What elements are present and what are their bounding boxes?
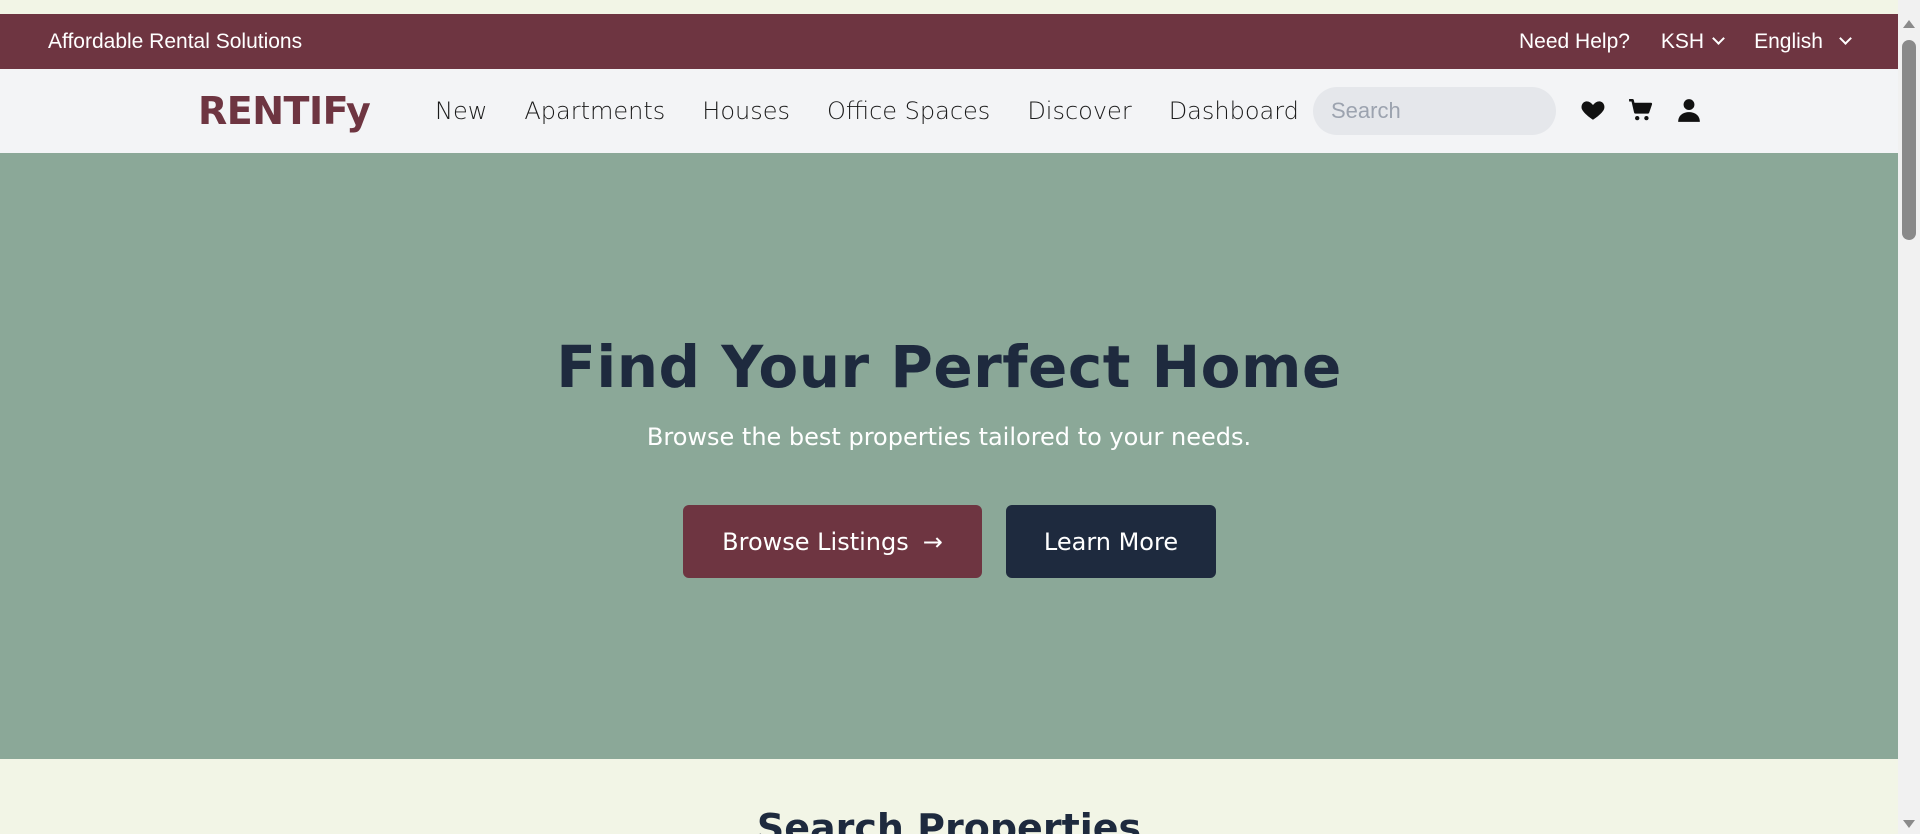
nav-link-houses[interactable]: Houses xyxy=(702,97,790,125)
hero-subtitle: Browse the best properties tailored to y… xyxy=(646,423,1252,451)
logo[interactable]: RENTIFy xyxy=(198,89,371,133)
top-bar-actions: Need Help? KSH English xyxy=(1519,29,1852,54)
chevron-down-icon xyxy=(1712,32,1725,45)
nav-link-dashboard[interactable]: Dashboard xyxy=(1169,97,1299,125)
scroll-down-icon[interactable] xyxy=(1903,820,1915,828)
section-title: Search Properties xyxy=(756,806,1142,834)
main-nav: RENTIFy New Apartments Houses Office Spa… xyxy=(0,69,1898,153)
browse-listings-button[interactable]: Browse Listings → xyxy=(683,505,982,578)
heart-icon[interactable] xyxy=(1580,97,1606,123)
nav-link-apartments[interactable]: Apartments xyxy=(524,97,665,125)
nav-link-new[interactable]: New xyxy=(435,97,487,125)
nav-link-discover[interactable]: Discover xyxy=(1027,97,1131,125)
tagline: Affordable Rental Solutions xyxy=(48,29,303,53)
top-strip xyxy=(0,0,1898,14)
currency-select[interactable]: KSH xyxy=(1660,29,1725,54)
language-label: English xyxy=(1754,29,1823,53)
scrollbar[interactable] xyxy=(1898,0,1920,834)
hero-section: Find Your Perfect Home Browse the best p… xyxy=(0,153,1898,759)
chevron-down-icon xyxy=(1839,32,1852,45)
browse-listings-label: Browse Listings xyxy=(722,527,909,556)
arrow-right-icon: → xyxy=(922,527,943,556)
learn-more-label: Learn More xyxy=(1043,527,1179,556)
search-input[interactable] xyxy=(1313,87,1556,135)
hero-title: Find Your Perfect Home xyxy=(556,333,1342,401)
language-select[interactable]: English xyxy=(1754,29,1852,54)
top-bar: Affordable Rental Solutions Need Help? K… xyxy=(0,14,1898,69)
nav-link-office-spaces[interactable]: Office Spaces xyxy=(827,97,990,125)
page: Affordable Rental Solutions Need Help? K… xyxy=(0,0,1898,834)
currency-label: KSH xyxy=(1660,29,1705,53)
scroll-up-icon[interactable] xyxy=(1903,20,1915,28)
nav-links: New Apartments Houses Office Spaces Disc… xyxy=(435,69,1336,153)
scroll-thumb[interactable] xyxy=(1902,40,1916,240)
user-icon[interactable] xyxy=(1676,97,1702,123)
help-link[interactable]: Need Help? xyxy=(1519,30,1630,54)
cart-icon[interactable] xyxy=(1628,97,1654,123)
learn-more-button[interactable]: Learn More xyxy=(1006,505,1216,578)
